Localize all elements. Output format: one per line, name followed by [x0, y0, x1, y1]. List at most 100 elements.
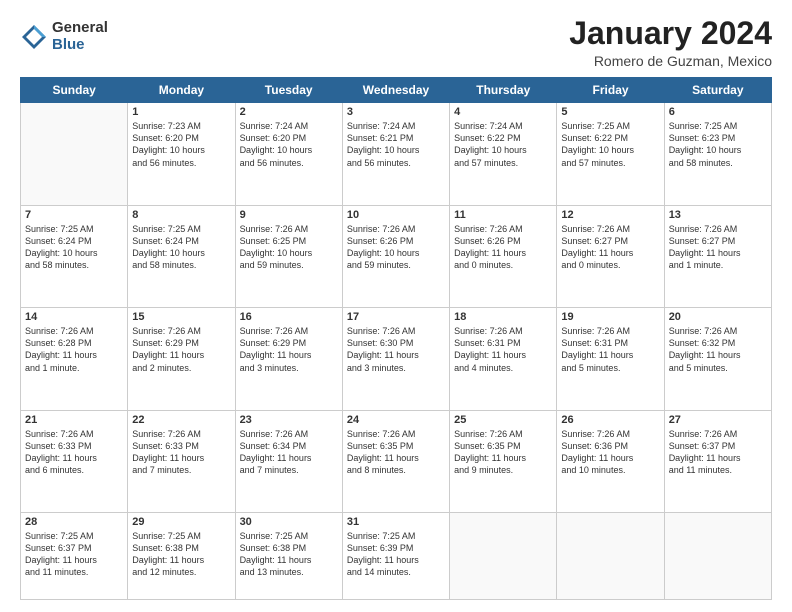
day-number: 6 [669, 106, 767, 118]
day-number: 15 [132, 311, 230, 323]
day-number: 22 [132, 414, 230, 426]
day-number: 13 [669, 209, 767, 221]
day-info: Sunrise: 7:26 AM Sunset: 6:33 PM Dayligh… [25, 428, 123, 477]
table-row: 31 Sunrise: 7:25 AM Sunset: 6:39 PM Dayli… [342, 513, 449, 600]
day-info: Sunrise: 7:26 AM Sunset: 6:32 PM Dayligh… [669, 325, 767, 374]
day-info: Sunrise: 7:26 AM Sunset: 6:27 PM Dayligh… [669, 223, 767, 272]
day-number: 14 [25, 311, 123, 323]
col-thursday: Thursday [450, 78, 557, 103]
calendar-table: Sunday Monday Tuesday Wednesday Thursday… [20, 77, 772, 600]
header: General Blue January 2024 Romero de Guzm… [20, 16, 772, 69]
title-block: January 2024 Romero de Guzman, Mexico [569, 16, 772, 69]
table-row: 11 Sunrise: 7:26 AM Sunset: 6:26 PM Dayli… [450, 205, 557, 307]
day-info: Sunrise: 7:26 AM Sunset: 6:36 PM Dayligh… [561, 428, 659, 477]
day-info: Sunrise: 7:26 AM Sunset: 6:31 PM Dayligh… [561, 325, 659, 374]
day-number: 28 [25, 516, 123, 528]
day-info: Sunrise: 7:26 AM Sunset: 6:25 PM Dayligh… [240, 223, 338, 272]
table-row: 17 Sunrise: 7:26 AM Sunset: 6:30 PM Dayli… [342, 308, 449, 410]
day-info: Sunrise: 7:25 AM Sunset: 6:38 PM Dayligh… [132, 530, 230, 579]
table-row: 25 Sunrise: 7:26 AM Sunset: 6:35 PM Dayli… [450, 410, 557, 512]
day-info: Sunrise: 7:26 AM Sunset: 6:29 PM Dayligh… [132, 325, 230, 374]
day-info: Sunrise: 7:26 AM Sunset: 6:29 PM Dayligh… [240, 325, 338, 374]
day-number: 30 [240, 516, 338, 528]
table-row: 9 Sunrise: 7:26 AM Sunset: 6:25 PM Daylig… [235, 205, 342, 307]
day-number: 5 [561, 106, 659, 118]
table-row: 16 Sunrise: 7:26 AM Sunset: 6:29 PM Dayli… [235, 308, 342, 410]
table-row [450, 513, 557, 600]
table-row: 2 Sunrise: 7:24 AM Sunset: 6:20 PM Daylig… [235, 103, 342, 205]
day-info: Sunrise: 7:25 AM Sunset: 6:22 PM Dayligh… [561, 120, 659, 169]
day-number: 9 [240, 209, 338, 221]
day-number: 31 [347, 516, 445, 528]
day-info: Sunrise: 7:26 AM Sunset: 6:34 PM Dayligh… [240, 428, 338, 477]
day-number: 18 [454, 311, 552, 323]
table-row: 13 Sunrise: 7:26 AM Sunset: 6:27 PM Dayli… [664, 205, 771, 307]
logo-general-text: General [52, 20, 108, 37]
day-number: 26 [561, 414, 659, 426]
day-info: Sunrise: 7:25 AM Sunset: 6:23 PM Dayligh… [669, 120, 767, 169]
day-info: Sunrise: 7:24 AM Sunset: 6:20 PM Dayligh… [240, 120, 338, 169]
page: General Blue January 2024 Romero de Guzm… [0, 0, 792, 612]
table-row: 18 Sunrise: 7:26 AM Sunset: 6:31 PM Dayli… [450, 308, 557, 410]
table-row [664, 513, 771, 600]
table-row: 10 Sunrise: 7:26 AM Sunset: 6:26 PM Dayli… [342, 205, 449, 307]
day-number: 10 [347, 209, 445, 221]
table-row: 19 Sunrise: 7:26 AM Sunset: 6:31 PM Dayli… [557, 308, 664, 410]
day-info: Sunrise: 7:26 AM Sunset: 6:28 PM Dayligh… [25, 325, 123, 374]
col-tuesday: Tuesday [235, 78, 342, 103]
day-info: Sunrise: 7:26 AM Sunset: 6:35 PM Dayligh… [347, 428, 445, 477]
table-row: 30 Sunrise: 7:25 AM Sunset: 6:38 PM Dayli… [235, 513, 342, 600]
day-info: Sunrise: 7:26 AM Sunset: 6:31 PM Dayligh… [454, 325, 552, 374]
calendar-header-row: Sunday Monday Tuesday Wednesday Thursday… [21, 78, 772, 103]
day-number: 19 [561, 311, 659, 323]
day-number: 29 [132, 516, 230, 528]
table-row: 5 Sunrise: 7:25 AM Sunset: 6:22 PM Daylig… [557, 103, 664, 205]
table-row: 12 Sunrise: 7:26 AM Sunset: 6:27 PM Dayli… [557, 205, 664, 307]
day-number: 21 [25, 414, 123, 426]
col-saturday: Saturday [664, 78, 771, 103]
table-row: 20 Sunrise: 7:26 AM Sunset: 6:32 PM Dayli… [664, 308, 771, 410]
table-row: 6 Sunrise: 7:25 AM Sunset: 6:23 PM Daylig… [664, 103, 771, 205]
day-info: Sunrise: 7:26 AM Sunset: 6:26 PM Dayligh… [454, 223, 552, 272]
logo-icon [20, 23, 48, 51]
day-number: 24 [347, 414, 445, 426]
day-number: 23 [240, 414, 338, 426]
table-row: 23 Sunrise: 7:26 AM Sunset: 6:34 PM Dayli… [235, 410, 342, 512]
col-wednesday: Wednesday [342, 78, 449, 103]
month-title: January 2024 [569, 16, 772, 51]
day-info: Sunrise: 7:23 AM Sunset: 6:20 PM Dayligh… [132, 120, 230, 169]
day-number: 8 [132, 209, 230, 221]
day-number: 2 [240, 106, 338, 118]
day-info: Sunrise: 7:26 AM Sunset: 6:35 PM Dayligh… [454, 428, 552, 477]
table-row: 21 Sunrise: 7:26 AM Sunset: 6:33 PM Dayli… [21, 410, 128, 512]
day-info: Sunrise: 7:26 AM Sunset: 6:30 PM Dayligh… [347, 325, 445, 374]
day-info: Sunrise: 7:25 AM Sunset: 6:39 PM Dayligh… [347, 530, 445, 579]
logo-blue-text: Blue [52, 37, 108, 54]
col-friday: Friday [557, 78, 664, 103]
day-info: Sunrise: 7:26 AM Sunset: 6:26 PM Dayligh… [347, 223, 445, 272]
table-row: 3Sunrise: 7:24 AM Sunset: 6:21 PM Daylig… [342, 103, 449, 205]
table-row: 22Sunrise: 7:26 AM Sunset: 6:33 PM Dayli… [128, 410, 235, 512]
day-number: 16 [240, 311, 338, 323]
table-row [21, 103, 128, 205]
day-number: 17 [347, 311, 445, 323]
day-number: 7 [25, 209, 123, 221]
day-info: Sunrise: 7:25 AM Sunset: 6:24 PM Dayligh… [132, 223, 230, 272]
logo-text: General Blue [52, 20, 108, 53]
day-number: 4 [454, 106, 552, 118]
table-row [557, 513, 664, 600]
col-sunday: Sunday [21, 78, 128, 103]
day-info: Sunrise: 7:25 AM Sunset: 6:38 PM Dayligh… [240, 530, 338, 579]
day-info: Sunrise: 7:24 AM Sunset: 6:22 PM Dayligh… [454, 120, 552, 169]
day-number: 11 [454, 209, 552, 221]
table-row: 1 Sunrise: 7:23 AM Sunset: 6:20 PM Daylig… [128, 103, 235, 205]
day-number: 1 [132, 106, 230, 118]
table-row: 27Sunrise: 7:26 AM Sunset: 6:37 PM Dayli… [664, 410, 771, 512]
day-number: 12 [561, 209, 659, 221]
table-row: 4 Sunrise: 7:24 AM Sunset: 6:22 PM Daylig… [450, 103, 557, 205]
day-number: 20 [669, 311, 767, 323]
table-row: 26 Sunrise: 7:26 AM Sunset: 6:36 PM Dayli… [557, 410, 664, 512]
day-number: 25 [454, 414, 552, 426]
day-info: Sunrise: 7:26 AM Sunset: 6:27 PM Dayligh… [561, 223, 659, 272]
table-row: 24 Sunrise: 7:26 AM Sunset: 6:35 PM Dayli… [342, 410, 449, 512]
